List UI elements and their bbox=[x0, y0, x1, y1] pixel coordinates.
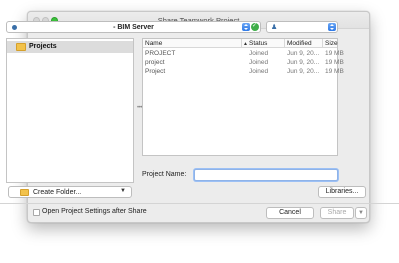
cell-status: Joined bbox=[249, 49, 269, 57]
user-select[interactable]: ♟ bbox=[266, 21, 338, 33]
divider bbox=[0, 203, 399, 204]
cell-size: 19 MB bbox=[325, 58, 344, 66]
column-header-status[interactable]: Status bbox=[249, 40, 267, 47]
share-options-chevron-icon[interactable]: ▼ bbox=[355, 207, 367, 219]
table-row[interactable]: PROJECT Joined Jun 9, 20... 19 MB bbox=[143, 49, 344, 58]
column-divider bbox=[322, 39, 323, 48]
table-row[interactable]: project Joined Jun 9, 20... 19 MB bbox=[143, 58, 344, 67]
cell-modified: Jun 9, 20... bbox=[287, 67, 320, 75]
cell-modified: Jun 9, 20... bbox=[287, 49, 320, 57]
server-select-label: - BIM Server bbox=[113, 23, 154, 31]
table-header: Name ▲ Status Modified Size bbox=[143, 39, 338, 48]
libraries-button[interactable]: Libraries... bbox=[318, 186, 366, 198]
cell-modified: Jun 9, 20... bbox=[287, 58, 320, 66]
open-settings-label: Open Project Settings after Share bbox=[42, 208, 147, 215]
folder-icon bbox=[20, 189, 29, 196]
folder-icon bbox=[16, 43, 26, 51]
folder-item-label: Projects bbox=[29, 43, 57, 50]
cell-name: Project bbox=[145, 67, 166, 75]
cell-status: Joined bbox=[249, 58, 269, 66]
cell-name: project bbox=[145, 58, 165, 66]
project-name-label: Project Name: bbox=[142, 171, 187, 178]
create-folder-button[interactable]: Create Folder... ▼ bbox=[8, 186, 132, 198]
user-icon: ♟ bbox=[271, 24, 278, 31]
user-select-stepper-icon[interactable] bbox=[328, 23, 336, 31]
column-header-name[interactable]: Name bbox=[145, 40, 162, 47]
cell-name: PROJECT bbox=[145, 49, 176, 57]
sort-ascending-icon: ▲ bbox=[243, 41, 248, 47]
server-select-stepper-icon[interactable] bbox=[242, 23, 250, 31]
panel-splitter-handle[interactable]: • • • bbox=[137, 105, 143, 111]
project-table: Name ▲ Status Modified Size PROJECT Join… bbox=[142, 38, 344, 156]
folder-tree: Projects bbox=[6, 38, 134, 183]
server-connect-icon[interactable]: ✓ bbox=[251, 23, 259, 31]
cancel-button[interactable]: Cancel bbox=[266, 207, 314, 219]
project-name-input[interactable] bbox=[194, 169, 338, 181]
column-divider bbox=[241, 39, 242, 48]
chevron-down-icon[interactable]: ▼ bbox=[120, 188, 126, 194]
share-button[interactable]: Share bbox=[320, 207, 354, 219]
table-row[interactable]: Project Joined Jun 9, 20... 19 MB bbox=[143, 67, 344, 76]
column-header-modified[interactable]: Modified bbox=[287, 40, 312, 47]
column-header-size[interactable]: Size bbox=[325, 40, 338, 47]
open-settings-checkbox[interactable] bbox=[33, 209, 40, 216]
server-select[interactable]: - BIM Server ✓ bbox=[6, 21, 261, 33]
cell-status: Joined bbox=[249, 67, 269, 75]
folder-item-projects[interactable]: Projects bbox=[7, 41, 133, 53]
cell-size: 19 MB bbox=[325, 49, 344, 57]
create-folder-label: Create Folder... bbox=[33, 188, 82, 196]
column-divider bbox=[284, 39, 285, 48]
cell-size: 19 MB bbox=[325, 67, 344, 75]
